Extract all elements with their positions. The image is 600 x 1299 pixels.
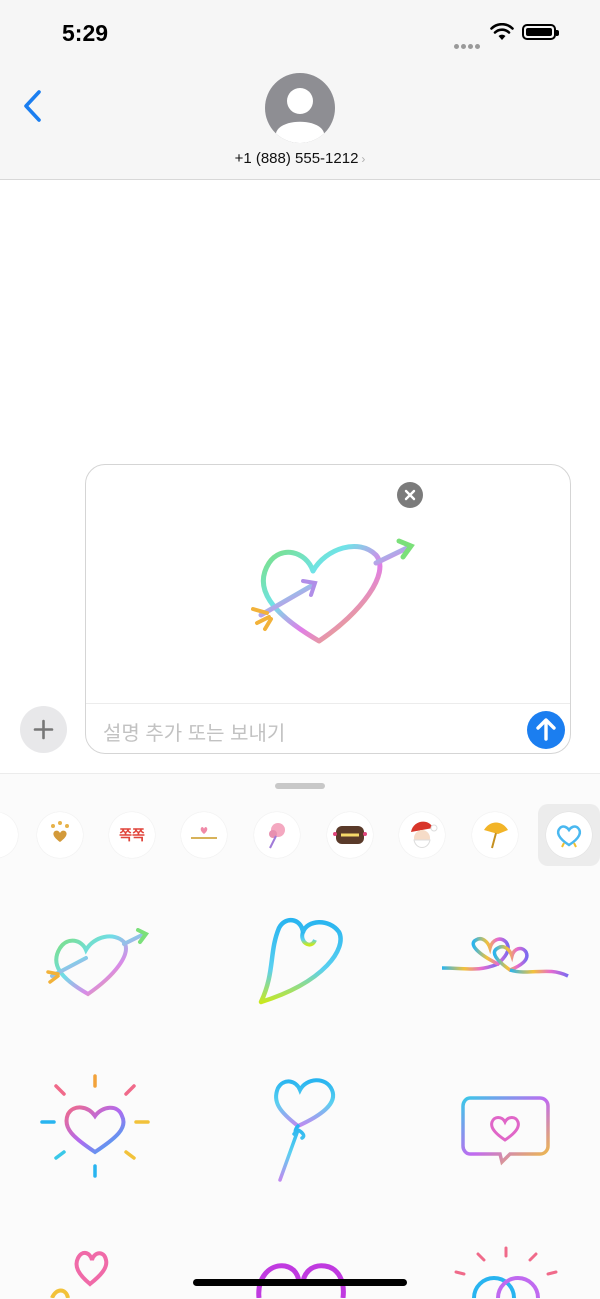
chevron-right-icon: › (361, 152, 366, 166)
santa-icon (411, 821, 438, 848)
sticker-drawer: 쪽쪽 (0, 773, 600, 1299)
tray-item-partial[interactable] (0, 812, 18, 858)
compose-divider (86, 703, 570, 704)
close-icon (404, 489, 416, 501)
sticker-rainbow-double-hearts[interactable] (438, 930, 572, 984)
remove-attachment-button[interactable] (397, 482, 423, 508)
message-compose-field[interactable]: 설명 추가 또는 보내기 (85, 464, 571, 754)
jjok-jjok-label: 쪽쪽 (119, 827, 145, 843)
tray-flower-bouquet-sticker[interactable] (254, 812, 300, 858)
gold-hearts-icon (51, 821, 69, 842)
tray-ginkgo-leaf-sticker[interactable] (472, 812, 518, 858)
tray-rainbow-heart-sticker[interactable] (546, 812, 592, 858)
sticker-pink-heart-partial[interactable] (48, 1244, 114, 1298)
person-icon (276, 88, 324, 143)
ginkgo-leaf-icon (484, 822, 508, 849)
send-button[interactable] (527, 711, 565, 749)
tray-jjok-jjok-sticker[interactable]: 쪽쪽 (109, 812, 155, 858)
sticker-broken-heart-partial[interactable] (255, 1254, 347, 1298)
sticker-heart-arrow[interactable] (44, 928, 150, 998)
signal-dots-icon (454, 36, 482, 54)
sticker-heart-balloon-tail[interactable] (255, 912, 345, 1008)
drawer-grabber[interactable] (275, 783, 325, 789)
arrow-up-icon (536, 718, 556, 741)
rainbow-heart-icon (556, 825, 582, 848)
plus-icon (33, 719, 54, 740)
back-chevron-icon[interactable] (18, 88, 48, 124)
wifi-icon (490, 23, 514, 40)
tray-i-love-you-sticker[interactable] (181, 812, 227, 858)
contact-avatar[interactable] (265, 73, 335, 143)
contact-number: +1 (888) 555-1212 (234, 150, 359, 167)
status-time: 5:29 (62, 20, 109, 46)
heart-badge-icon (333, 826, 367, 844)
sticker-heart-balloon-string[interactable] (268, 1072, 342, 1184)
compose-placeholder[interactable]: 설명 추가 또는 보내기 (103, 717, 285, 746)
bouquet-icon (269, 823, 285, 849)
contact-title[interactable]: +1 (888) 555-1212 › (0, 150, 600, 167)
sticker-heart-speech-bubble[interactable] (460, 1094, 550, 1166)
sticker-rainbow-rings-partial[interactable] (450, 1244, 560, 1298)
tray-santa-sticker[interactable] (399, 812, 445, 858)
battery-icon (522, 24, 559, 40)
conversation-header: +1 (888) 555-1212 › (0, 62, 600, 180)
home-indicator (193, 1279, 407, 1286)
sticker-glowing-heart[interactable] (40, 1072, 150, 1180)
love-note-icon (191, 827, 217, 839)
add-app-button[interactable] (20, 706, 67, 753)
status-bar: 5:29 (0, 0, 600, 62)
tray-heart-text-sticker[interactable] (327, 812, 373, 858)
sticker-preview-heart-arrow (251, 538, 415, 644)
tray-trophy-hearts-sticker[interactable] (37, 812, 83, 858)
